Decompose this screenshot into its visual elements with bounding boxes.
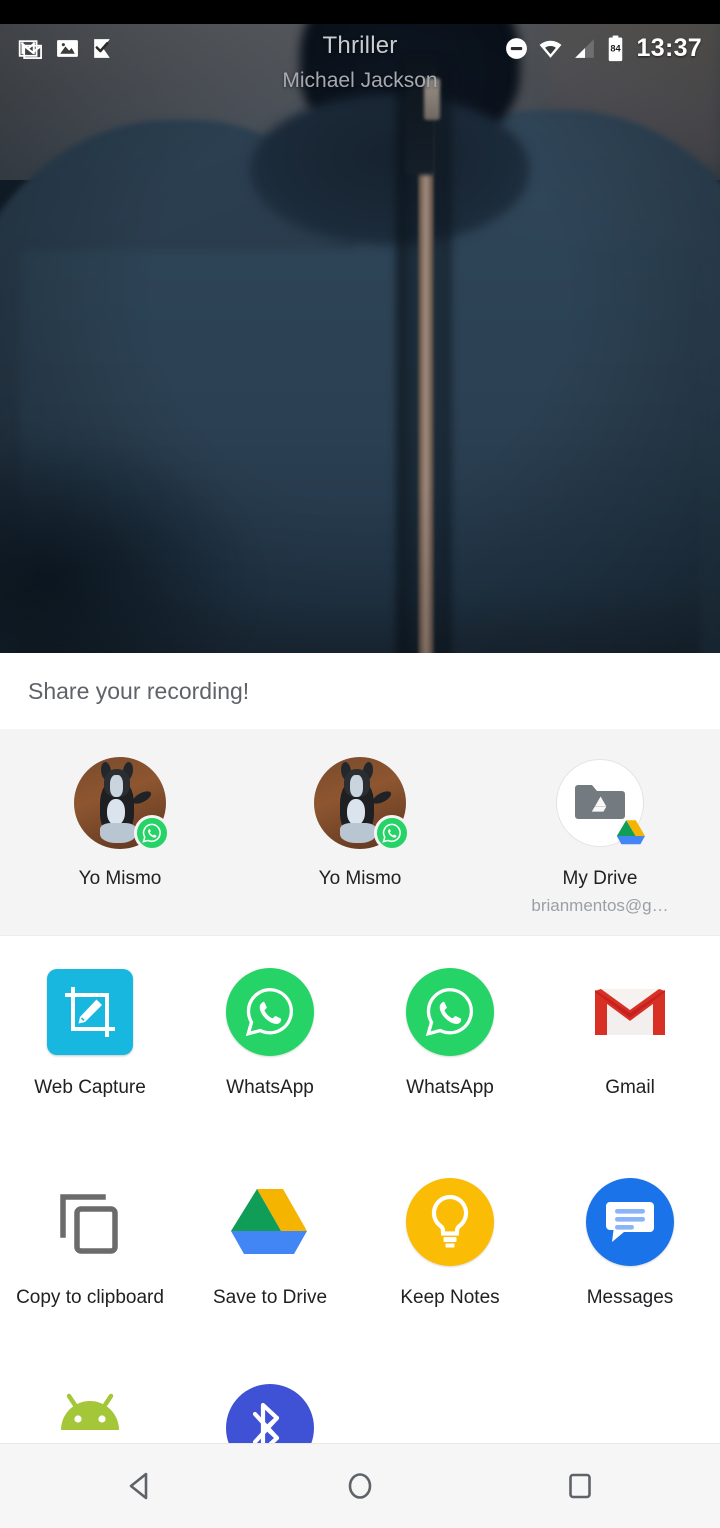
share-app-keep-notes[interactable]: Keep Notes (360, 1174, 540, 1356)
do-not-disturb-icon (505, 37, 527, 59)
whatsapp-icon (402, 964, 498, 1060)
gmail-notification-icon (18, 39, 42, 59)
google-messages-icon (582, 1174, 678, 1270)
share-app-label: WhatsApp (406, 1077, 494, 1098)
direct-share-label: My Drive (562, 868, 638, 889)
web-capture-icon (42, 964, 138, 1060)
share-app-label: Save to Drive (212, 1287, 328, 1308)
contact-avatar (312, 755, 410, 851)
copy-to-clipboard-icon (42, 1174, 138, 1270)
share-app-empty-1 (360, 1384, 540, 1443)
battery-icon: 84 (608, 35, 622, 61)
contact-avatar (72, 755, 170, 851)
direct-share-target-my-drive[interactable]: My Drive brianmentos@g… (480, 755, 720, 935)
battery-level-text: 84 (610, 43, 621, 53)
status-system-icons: 84 13:37 (504, 34, 702, 63)
navigation-bar (0, 1443, 720, 1528)
video-player[interactable]: Thriller Michael Jackson (0, 0, 720, 653)
share-app-copy-to-clipboard[interactable]: Copy to clipboard (0, 1174, 180, 1356)
android-beam-icon (42, 1384, 138, 1443)
wifi-icon (539, 40, 561, 58)
home-button[interactable] (285, 1444, 435, 1528)
app-row-2: Copy to clipboard Save to Drive Keep Not… (0, 1146, 720, 1356)
video-frame (0, 0, 720, 653)
direct-share-target-yo-mismo-2[interactable]: Yo Mismo (240, 755, 480, 935)
share-app-android-beam[interactable] (0, 1384, 180, 1443)
share-app-web-capture[interactable]: Web Capture (0, 964, 180, 1146)
share-sheet: Share your recording! Yo Mismo Yo Mismo … (0, 653, 720, 1443)
gmail-icon (582, 964, 678, 1060)
share-app-label: WhatsApp (226, 1077, 314, 1098)
status-clock: 13:37 (636, 33, 702, 62)
share-sheet-title: Share your recording! (28, 677, 250, 704)
recents-button[interactable] (505, 1444, 655, 1528)
share-app-label: Keep Notes (400, 1287, 500, 1308)
drive-folder-icon (556, 759, 647, 848)
whatsapp-icon (222, 964, 318, 1060)
direct-share-label: Yo Mismo (318, 868, 402, 889)
status-bar-top-black (0, 0, 720, 24)
share-app-label: Gmail (605, 1077, 655, 1098)
tasks-notification-icon (94, 38, 110, 58)
photo-notification-icon (57, 39, 78, 57)
direct-share-label: Yo Mismo (78, 868, 162, 889)
share-app-label: Web Capture (34, 1077, 146, 1098)
share-app-save-to-drive[interactable]: Save to Drive (180, 1174, 360, 1356)
whatsapp-badge-icon (374, 815, 410, 851)
status-notification-icons (18, 35, 115, 62)
back-button[interactable] (65, 1444, 215, 1528)
share-sheet-header: Share your recording! (0, 653, 720, 729)
direct-share-account: brianmentos@g… (531, 895, 669, 915)
cellular-signal-icon (574, 38, 594, 58)
bluetooth-icon (222, 1384, 318, 1443)
my-drive-icon-wrap (552, 755, 648, 851)
share-app-whatsapp-1[interactable]: WhatsApp (180, 964, 360, 1146)
app-row-3-partial (0, 1356, 720, 1443)
google-drive-icon (222, 1174, 318, 1270)
google-keep-icon (402, 1174, 498, 1270)
share-app-empty-2 (540, 1384, 720, 1443)
share-app-label: Messages (586, 1287, 674, 1308)
share-app-messages[interactable]: Messages (540, 1174, 720, 1356)
whatsapp-badge-icon (134, 815, 170, 851)
share-app-label: Copy to clipboard (16, 1287, 164, 1308)
share-app-gmail[interactable]: Gmail (540, 964, 720, 1146)
phone-screen: Thriller Michael Jackson 84 13:37 Share … (0, 0, 720, 1528)
share-app-bluetooth[interactable] (180, 1384, 360, 1443)
google-drive-badge-icon (615, 816, 647, 848)
share-app-whatsapp-2[interactable]: WhatsApp (360, 964, 540, 1146)
app-row-1: Web Capture WhatsApp WhatsApp Gmail (0, 936, 720, 1146)
direct-share-target-yo-mismo-1[interactable]: Yo Mismo (0, 755, 240, 935)
direct-share-row: Yo Mismo Yo Mismo My Drive brianmentos@g… (0, 729, 720, 936)
status-bar: 84 13:37 (0, 24, 720, 72)
